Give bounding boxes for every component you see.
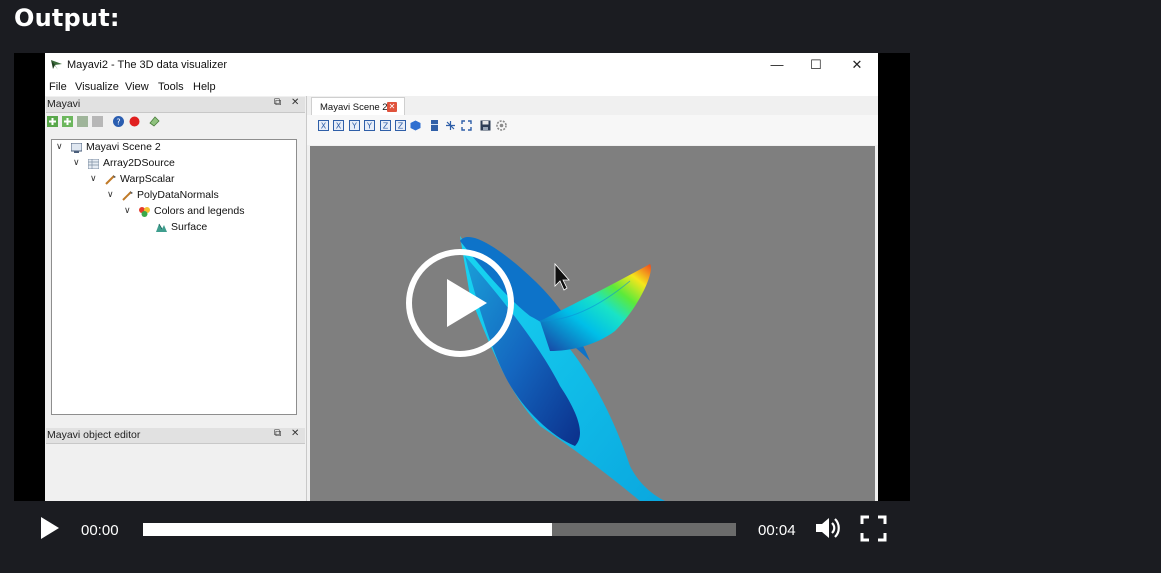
view-z-minus-icon[interactable]: Z xyxy=(380,120,391,131)
maximize-button[interactable]: ☐ xyxy=(800,56,832,74)
chevron-down-icon[interactable]: ∨ xyxy=(73,157,80,168)
filter-icon xyxy=(122,191,133,201)
pane-float-icon[interactable]: ⧉ xyxy=(274,428,281,439)
svg-text:X: X xyxy=(336,122,342,131)
svg-text:Y: Y xyxy=(366,122,372,131)
left-panel: Mayavi ⧉ ✕ ? ∨ Mayavi Scene 2 ∨ Array2DS… xyxy=(45,96,307,501)
menu-help[interactable]: Help xyxy=(193,81,216,93)
scene-icon xyxy=(71,143,82,153)
tab-label: Mayavi Scene 2 xyxy=(320,102,388,113)
add-data-icon[interactable] xyxy=(47,116,58,127)
fullscreen-toggle-icon[interactable] xyxy=(860,515,887,542)
view-y-minus-icon[interactable]: Y xyxy=(349,120,360,131)
svg-text:?: ? xyxy=(116,118,120,127)
filter-icon xyxy=(105,175,116,185)
play-icon[interactable] xyxy=(40,517,60,539)
colors-icon xyxy=(139,207,150,217)
seek-bar[interactable] xyxy=(143,523,736,536)
output-heading: Output: xyxy=(14,4,120,32)
remove-icon[interactable] xyxy=(92,116,103,127)
view-x-minus-icon[interactable]: X xyxy=(318,120,329,131)
tab-mayavi-scene-2[interactable]: Mayavi Scene 2 ✕ xyxy=(311,97,405,116)
mayavi-pane-title: Mayavi xyxy=(47,98,81,110)
chevron-down-icon[interactable]: ∨ xyxy=(124,205,131,216)
volume-icon[interactable] xyxy=(814,514,842,542)
chevron-down-icon[interactable]: ∨ xyxy=(107,189,114,200)
scene-toolbar: X X Y Y Z Z xyxy=(307,115,878,145)
window-titlebar: Mayavi2 - The 3D data visualizer — ☐ ✕ xyxy=(45,53,878,77)
tab-close-icon[interactable]: ✕ xyxy=(387,102,397,112)
pane-float-icon[interactable]: ⧉ xyxy=(274,97,281,108)
minimize-button[interactable]: — xyxy=(761,56,793,74)
chevron-down-icon[interactable]: ∨ xyxy=(90,173,97,184)
menu-view[interactable]: View xyxy=(125,81,149,93)
object-editor-body xyxy=(46,445,304,501)
svg-text:Y: Y xyxy=(351,122,357,131)
add-filter-icon[interactable] xyxy=(62,116,73,127)
chevron-down-icon[interactable]: ∨ xyxy=(56,141,63,152)
tree-item-label: WarpScalar xyxy=(120,173,175,185)
tree-item-label: PolyDataNormals xyxy=(137,189,219,201)
mayavi-logo-icon xyxy=(51,60,62,70)
tree-item-label: Mayavi Scene 2 xyxy=(86,141,161,153)
menubar: File Visualize View Tools Help xyxy=(45,77,878,96)
record-icon[interactable] xyxy=(129,116,140,127)
view-y-plus-icon[interactable]: Y xyxy=(364,120,375,131)
pipeline-tree[interactable]: ∨ Mayavi Scene 2 ∨ Array2DSource ∨ WarpS… xyxy=(51,139,297,415)
save-icon[interactable] xyxy=(480,120,491,131)
object-editor-title: Mayavi object editor xyxy=(47,429,141,441)
scene-panel: Mayavi Scene 2 ✕ X X Y Y Z Z xyxy=(307,96,878,501)
svg-text:Z: Z xyxy=(383,122,389,131)
fullscreen-icon[interactable] xyxy=(461,120,472,131)
seek-bar-fill xyxy=(143,523,553,536)
parallel-projection-icon[interactable] xyxy=(429,120,440,131)
isometric-view-icon[interactable] xyxy=(410,120,421,131)
pane-close-icon[interactable]: ✕ xyxy=(291,97,299,108)
overlay-play-button[interactable] xyxy=(406,249,514,357)
current-time: 00:00 xyxy=(81,522,119,539)
video-controls: 00:00 00:04 xyxy=(14,501,910,557)
duration: 00:04 xyxy=(758,522,796,539)
close-button[interactable]: ✕ xyxy=(841,56,873,74)
pipeline-toolbar: ? xyxy=(46,113,305,131)
scene-tabbar: Mayavi Scene 2 ✕ xyxy=(307,96,878,116)
svg-text:X: X xyxy=(321,122,327,131)
menu-file[interactable]: File xyxy=(49,81,67,93)
view-x-plus-icon[interactable]: X xyxy=(333,120,344,131)
array-source-icon xyxy=(88,159,99,169)
axes-icon[interactable] xyxy=(445,120,456,131)
object-editor-header: Mayavi object editor ⧉ ✕ xyxy=(46,428,305,444)
surface-icon xyxy=(156,223,167,232)
configure-icon[interactable] xyxy=(496,120,507,131)
scene-3d-viewport[interactable] xyxy=(310,146,875,501)
view-z-plus-icon[interactable]: Z xyxy=(395,120,406,131)
add-module-icon[interactable] xyxy=(77,116,88,127)
warped-surface-render xyxy=(460,236,665,501)
pipeline-clear-icon[interactable] xyxy=(149,116,160,127)
help-icon[interactable]: ? xyxy=(113,116,124,127)
tree-item-label: Array2DSource xyxy=(103,157,175,169)
menu-tools[interactable]: Tools xyxy=(158,81,184,93)
menu-visualize[interactable]: Visualize xyxy=(75,81,119,93)
video-player[interactable]: Mayavi2 - The 3D data visualizer — ☐ ✕ F… xyxy=(14,53,910,557)
mayavi-pane-header: Mayavi ⧉ ✕ xyxy=(46,97,305,113)
tree-item-label: Colors and legends xyxy=(154,205,245,217)
tree-item-label: Surface xyxy=(171,221,208,233)
pane-close-icon[interactable]: ✕ xyxy=(291,428,299,439)
svg-text:Z: Z xyxy=(398,122,404,131)
window-title: Mayavi2 - The 3D data visualizer xyxy=(67,59,227,71)
